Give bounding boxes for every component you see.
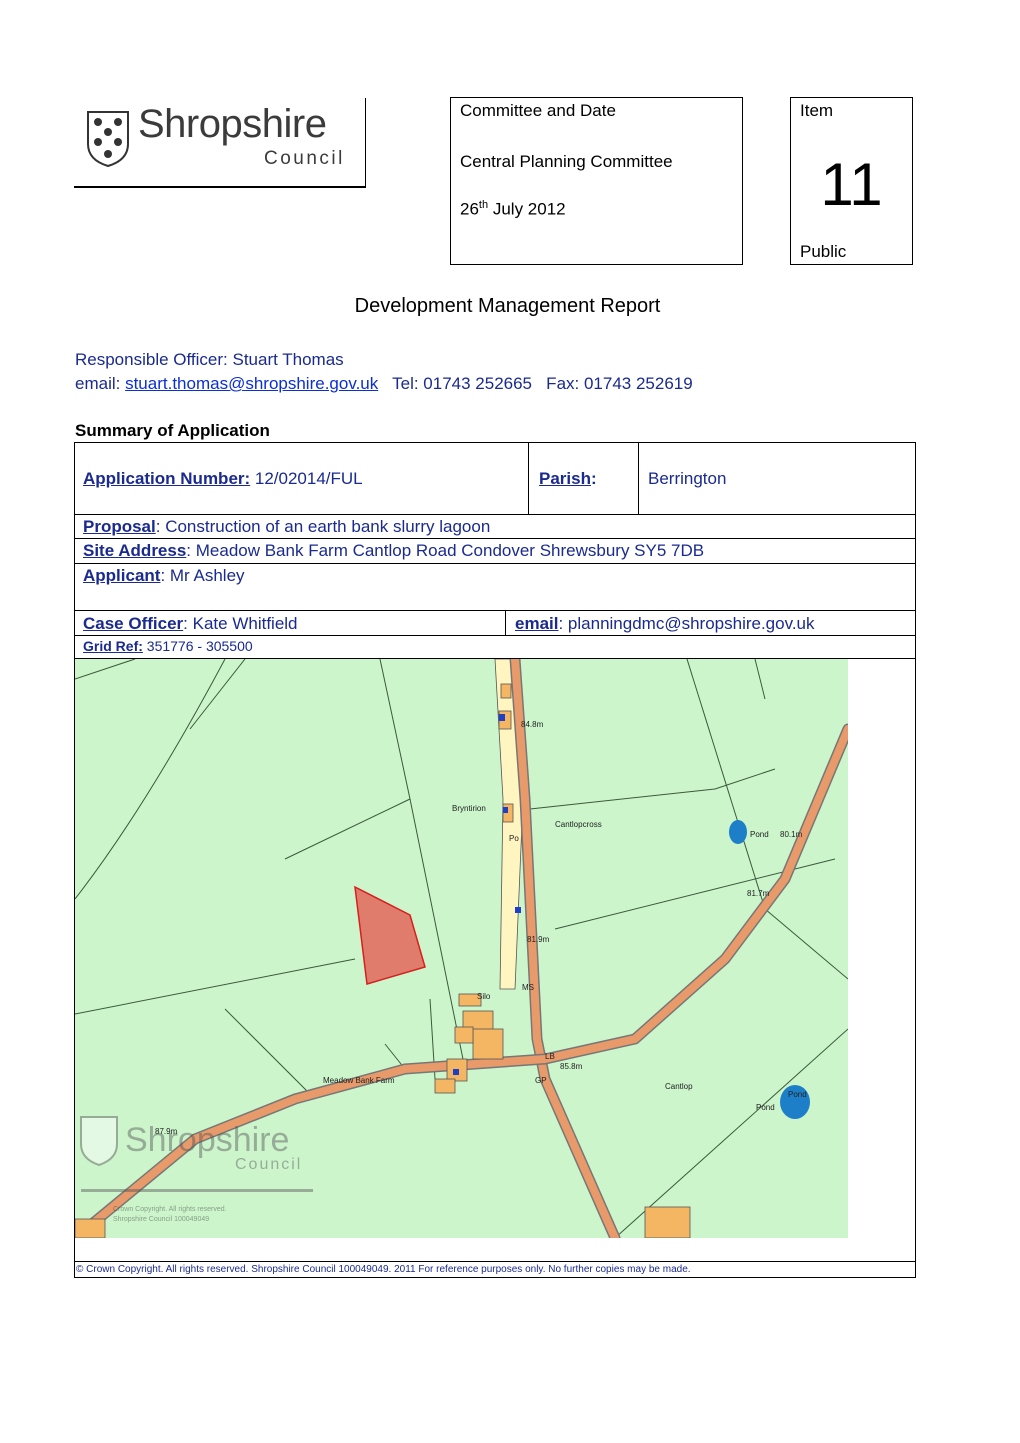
summary-heading: Summary of Application [75, 421, 270, 440]
application-number-row: Application Number: 12/02014/FUL [83, 469, 363, 488]
pond-label-1: Pond [750, 830, 769, 839]
copyright-footnote: © Crown Copyright. All rights reserved. … [76, 1264, 691, 1275]
svg-text:Council: Council [235, 1156, 302, 1173]
meadowbank-label: Meadow Bank Farm [323, 1076, 395, 1085]
site-address-row: Site Address: Meadow Bank Farm Cantlop R… [83, 541, 705, 560]
height-label-4: 81.9m [527, 935, 550, 944]
item-label: Item [800, 101, 834, 120]
cantlop-label: Cantlop [665, 1082, 693, 1091]
parish-value: Berrington [648, 469, 727, 488]
item-number: 11 [820, 151, 883, 218]
item-status: Public [800, 242, 847, 261]
committee-name: Central Planning Committee [460, 152, 673, 171]
site-map: 84.8m Bryntirion Cantlopcross Pond 80.1m… [75, 659, 848, 1238]
logo-sub: Council [264, 148, 345, 169]
height-label-3: 81.7m [747, 889, 770, 898]
responsible-officer: Responsible Officer: Stuart Thomas [75, 350, 344, 369]
ms-label: MS [522, 983, 534, 992]
po-label: Po [509, 834, 519, 843]
bryntirion-label: Bryntirion [452, 804, 486, 813]
case-email-row: email: planningdmc@shropshire.gov.uk [515, 614, 815, 633]
cantlopcross-label: Cantlopcross [555, 820, 602, 829]
pond-label-3: Pond [756, 1103, 775, 1112]
svg-text:Crown Copyright. All rights re: Crown Copyright. All rights reserved. [113, 1206, 227, 1213]
svg-text:Shropshire: Shropshire [125, 1121, 289, 1159]
lb-label: LB [545, 1052, 555, 1061]
logo-word: Shropshire [138, 102, 327, 146]
pond-label-2: Pond [788, 1090, 807, 1099]
case-officer-row: Case Officer: Kate Whitfield [83, 614, 298, 633]
item-box: Item 11 Public [790, 97, 913, 265]
shropshire-logo: Shropshire Council [74, 98, 366, 188]
proposal-row: Proposal: Construction of an earth bank … [83, 517, 491, 536]
gp-label: GP [535, 1076, 547, 1085]
grid-ref-row: Grid Ref: 351776 - 305500 [83, 638, 253, 654]
applicant-row: Applicant: Mr Ashley [83, 566, 245, 585]
svg-text:Shropshire Council 100049049: Shropshire Council 100049049 [113, 1216, 209, 1223]
committee-date: 26th July 2012 [460, 199, 566, 219]
silo-label: Silo [477, 992, 491, 1001]
height-label-1: 84.8m [521, 720, 544, 729]
height-label-5: 85.8m [560, 1062, 583, 1071]
page-title: Development Management Report [354, 295, 661, 317]
watermark-crest-icon [80, 1116, 118, 1167]
committee-label: Committee and Date [460, 101, 616, 120]
height-label-2: 80.1m [780, 830, 803, 839]
officer-contact: email: stuart.thomas@shropshire.gov.uk T… [75, 374, 693, 393]
pond-north [729, 820, 747, 844]
parish-label: Parish: [539, 469, 597, 488]
officer-email-link[interactable]: stuart.thomas@shropshire.gov.uk [125, 374, 378, 393]
committee-box: Committee and Date Central Planning Comm… [450, 97, 743, 265]
crest-icon [87, 111, 129, 168]
